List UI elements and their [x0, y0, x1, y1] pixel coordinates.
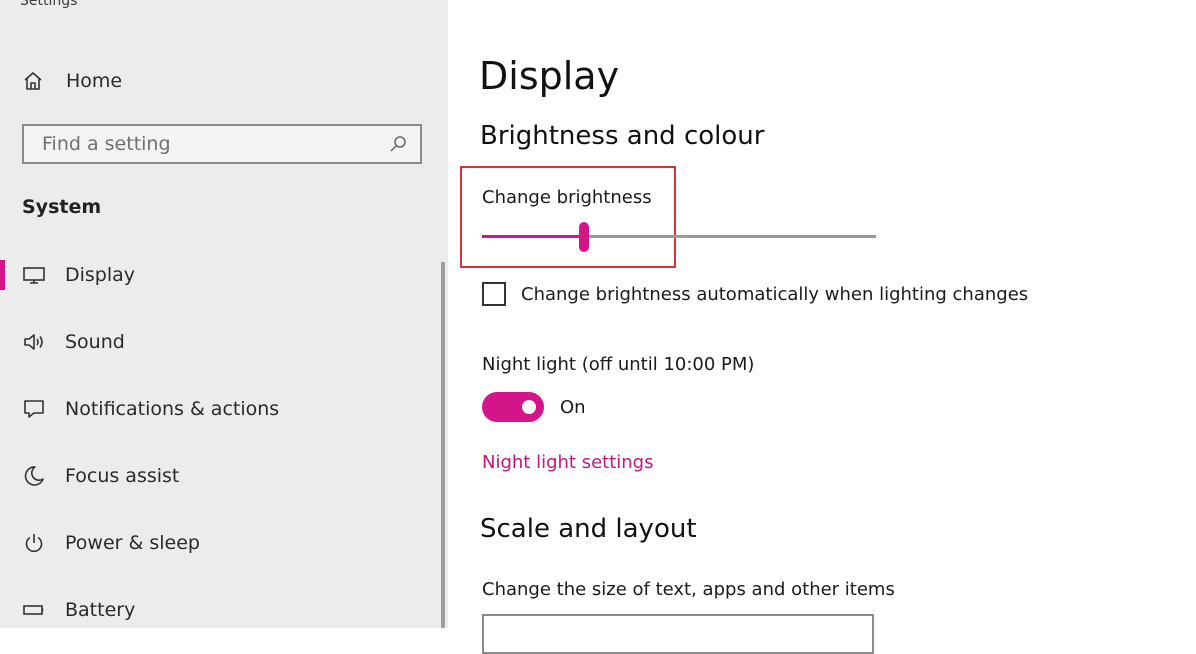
- night-light-toggle-row: On: [482, 392, 586, 422]
- speaker-icon: [24, 334, 43, 350]
- night-light-toggle-state: On: [560, 396, 586, 418]
- sidebar-item-label: Power & sleep: [65, 532, 200, 554]
- sidebar: Settings Home System Display Sound Not: [0, 0, 448, 628]
- home-label: Home: [66, 70, 123, 92]
- sidebar-item-label: Focus assist: [65, 465, 180, 487]
- sidebar-item-power-sleep[interactable]: Power & sleep: [0, 523, 430, 563]
- slider-thumb[interactable]: [579, 222, 590, 252]
- brightness-slider[interactable]: [482, 222, 876, 252]
- brightness-section-heading: Brightness and colour: [480, 121, 765, 151]
- slider-fill: [482, 235, 585, 238]
- sidebar-item-focus-assist[interactable]: Focus assist: [0, 456, 430, 496]
- section-label-system: System: [22, 196, 102, 218]
- brightness-slider-label: Change brightness: [482, 187, 652, 208]
- sidebar-scrollbar[interactable]: [441, 262, 445, 628]
- sidebar-item-notifications[interactable]: Notifications & actions: [0, 389, 430, 429]
- home-nav-item[interactable]: Home: [22, 66, 122, 96]
- moon-icon: [24, 466, 44, 486]
- search-box[interactable]: [22, 124, 422, 164]
- scale-layout-heading: Scale and layout: [480, 514, 697, 544]
- power-icon: [25, 534, 43, 553]
- sidebar-item-label: Display: [65, 264, 136, 286]
- text-size-label: Change the size of text, apps and other …: [482, 579, 895, 600]
- main-content: Display Brightness and colour Change bri…: [448, 0, 1196, 654]
- sidebar-item-sound[interactable]: Sound: [0, 322, 430, 362]
- window-title: Settings: [20, 0, 78, 9]
- home-icon: [24, 72, 42, 90]
- page-title: Display: [479, 54, 620, 98]
- battery-icon: [23, 605, 44, 615]
- search-icon[interactable]: [388, 134, 408, 154]
- scale-dropdown[interactable]: [482, 614, 874, 654]
- notification-icon: [24, 400, 44, 418]
- auto-brightness-option[interactable]: Change brightness automatically when lig…: [482, 282, 1028, 306]
- night-light-settings-link[interactable]: Night light settings: [482, 452, 653, 473]
- toggle-knob: [522, 400, 536, 414]
- sidebar-item-display[interactable]: Display: [0, 255, 430, 295]
- search-input[interactable]: [40, 132, 388, 156]
- monitor-icon: [23, 267, 45, 284]
- sidebar-item-battery[interactable]: Battery: [0, 590, 430, 630]
- sidebar-item-label: Battery: [65, 599, 136, 621]
- sidebar-item-label: Notifications & actions: [65, 398, 280, 420]
- night-light-toggle[interactable]: [482, 392, 544, 422]
- night-light-label: Night light (off until 10:00 PM): [482, 354, 755, 375]
- auto-brightness-label: Change brightness automatically when lig…: [521, 283, 1029, 305]
- sidebar-item-label: Sound: [65, 331, 125, 353]
- auto-brightness-checkbox[interactable]: [482, 282, 506, 306]
- brightness-highlight-box: [460, 166, 676, 268]
